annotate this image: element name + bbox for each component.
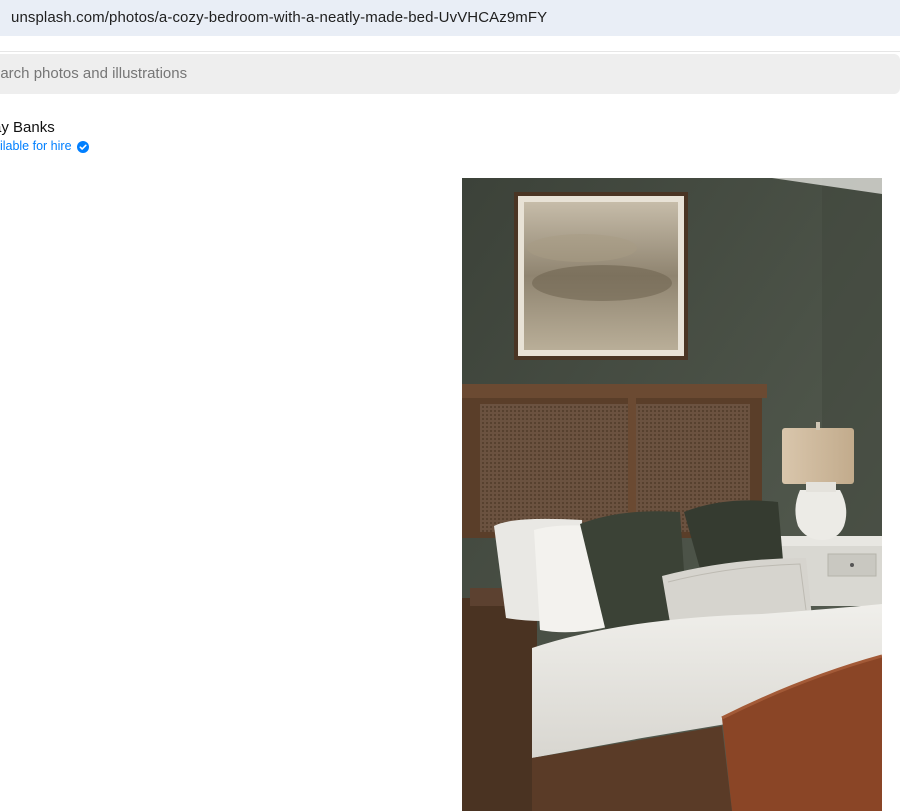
browser-toolbar-strip	[0, 36, 900, 52]
search-bar[interactable]: earch photos and illustrations	[0, 54, 900, 94]
author-name-link[interactable]: ay Banks	[0, 119, 55, 136]
hire-status-label[interactable]: ailable for hire	[0, 139, 72, 153]
main-photo[interactable]	[462, 178, 882, 811]
browser-address-bar[interactable]: unsplash.com/photos/a-cozy-bedroom-with-…	[0, 0, 900, 36]
bedroom-photo-illustration	[462, 178, 882, 811]
verified-badge-icon	[76, 140, 89, 153]
search-input[interactable]: earch photos and illustrations	[0, 65, 187, 82]
hire-status[interactable]: ailable for hire	[0, 139, 89, 153]
url-text[interactable]: unsplash.com/photos/a-cozy-bedroom-with-…	[11, 9, 547, 26]
author-block: ay Banks ailable for hire	[0, 119, 89, 153]
